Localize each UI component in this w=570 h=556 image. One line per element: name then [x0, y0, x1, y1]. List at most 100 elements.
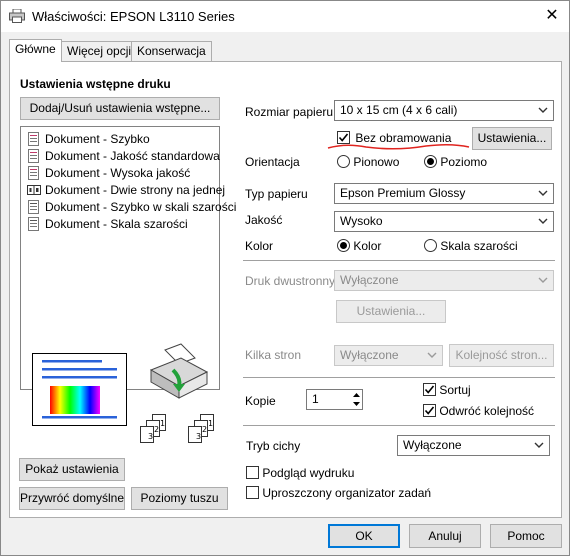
orientation-portrait-option[interactable]: Pionowo [337, 155, 399, 169]
quality-select[interactable]: Wysoko [334, 211, 554, 232]
chevron-down-icon [538, 190, 548, 196]
preset-item[interactable]: Dokument - Wysoka jakość [27, 166, 190, 183]
divider [243, 425, 555, 426]
close-icon[interactable]: ✕ [541, 6, 563, 28]
copies-value[interactable]: 1 [312, 392, 319, 406]
copy-badge: 2 [202, 425, 207, 434]
duplex-label: Druk dwustronny [245, 274, 336, 288]
preset-label: Dokument - Szybko [45, 132, 150, 146]
print-preview-label: Podgląd wydruku [262, 466, 355, 480]
preset-label: Dokument - Wysoka jakość [45, 166, 191, 180]
chevron-down-icon [538, 218, 548, 224]
copy-badge: 2 [154, 425, 159, 434]
tab-more-options[interactable]: Więcej opcji [61, 41, 138, 61]
reverse-order-label: Odwróć kolejność [439, 404, 535, 418]
print-preview-check[interactable] [246, 466, 259, 479]
orientation-label: Orientacja [245, 155, 300, 169]
printer-app-icon [9, 8, 25, 26]
duplex-settings-button[interactable]: Ustawienia... [336, 300, 446, 323]
landscape-label: Poziomo [440, 155, 488, 169]
preset-item[interactable]: Dokument - Skala szarości [27, 217, 188, 234]
restore-defaults-button[interactable]: Przywróć domyślne [19, 487, 125, 510]
help-button[interactable]: Pomoc [490, 524, 562, 548]
tab-maintenance[interactable]: Konserwacja [131, 41, 212, 61]
preset-label: Dokument - Dwie strony na jednej [45, 183, 226, 197]
job-arranger-label: Uproszczony organizator zadań [262, 486, 432, 500]
job-arranger-checkbox[interactable]: Uproszczony organizator zadań [246, 486, 431, 500]
duplex-value: Wyłączone [340, 273, 399, 287]
copies-stack-icon: 1 2 3 [138, 414, 172, 451]
quiet-mode-select[interactable]: Wyłączone [397, 435, 550, 456]
paper-size-value: 10 x 15 cm (4 x 6 cali) [340, 103, 458, 117]
chevron-down-icon [427, 352, 437, 358]
reverse-order-check[interactable] [423, 404, 436, 417]
document-icon [27, 200, 40, 214]
paper-settings-button[interactable]: Ustawienia... [472, 127, 552, 150]
quality-value: Wysoko [340, 214, 383, 228]
paper-size-label: Rozmiar papieru [245, 105, 334, 119]
color-label: Kolor [245, 239, 274, 253]
window-title: Właściwości: EPSON L3110 Series [32, 9, 235, 24]
copy-badge: 3 [148, 432, 153, 441]
landscape-radio[interactable] [424, 155, 437, 168]
color-radio[interactable] [337, 239, 350, 252]
paper-type-value: Epson Premium Glossy [340, 186, 466, 200]
divider [243, 377, 555, 378]
title-bar: Właściwości: EPSON L3110 Series ✕ [1, 1, 569, 32]
quiet-mode-value: Wyłączone [403, 438, 462, 452]
copy-badge: 3 [196, 432, 201, 441]
preset-item[interactable]: Dokument - Szybko w skali szarości [27, 200, 236, 217]
multipage-select[interactable]: Wyłączone [334, 345, 443, 366]
presets-heading: Ustawienia wstępne druku [20, 77, 171, 91]
multipage-value: Wyłączone [340, 348, 399, 362]
cancel-button[interactable]: Anuluj [409, 524, 481, 548]
multipage-label: Kilka stron [245, 348, 302, 362]
duplex-select[interactable]: Wyłączone [334, 270, 554, 291]
copies-stack-icon: 1 2 3 [186, 414, 220, 451]
properties-dialog: Właściwości: EPSON L3110 Series ✕ Główne… [0, 0, 570, 556]
collate-check[interactable] [423, 383, 436, 396]
main-tab-panel: Ustawienia wstępne druku Dodaj/Usuń usta… [9, 61, 562, 518]
print-preview-checkbox[interactable]: Podgląd wydruku [246, 466, 354, 480]
show-settings-button[interactable]: Pokaż ustawienia [19, 458, 125, 481]
quality-label: Jakość [245, 213, 283, 227]
preset-item[interactable]: Dokument - Jakość standardowa [27, 149, 220, 166]
preset-item[interactable]: Dokument - Dwie strony na jednej [27, 183, 225, 200]
collate-checkbox[interactable]: Sortuj [423, 383, 471, 397]
document-icon [27, 217, 40, 231]
grayscale-label: Skala szarości [440, 239, 518, 253]
copy-badge: 1 [208, 419, 213, 428]
paper-size-select[interactable]: 10 x 15 cm (4 x 6 cali) [334, 100, 554, 121]
ok-button[interactable]: OK [328, 524, 400, 548]
job-arranger-check[interactable] [246, 486, 259, 499]
color-option[interactable]: Kolor [337, 239, 381, 253]
preset-label: Dokument - Szybko w skali szarości [45, 200, 237, 214]
red-underline-annotation [327, 143, 470, 150]
copies-label: Kopie [245, 394, 276, 408]
printer-illustration-icon [145, 340, 217, 413]
document-icon [27, 166, 40, 180]
grayscale-radio[interactable] [424, 239, 437, 252]
portrait-label: Pionowo [353, 155, 400, 169]
chevron-down-icon [538, 277, 548, 283]
reverse-order-checkbox[interactable]: Odwróć kolejność [423, 404, 534, 418]
page-order-button[interactable]: Kolejność stron... [449, 344, 554, 367]
copies-spinner[interactable]: 1 [306, 389, 363, 410]
document-icon [27, 149, 40, 163]
page-preview [32, 353, 127, 426]
preset-label: Dokument - Skala szarości [45, 217, 188, 231]
collate-label: Sortuj [439, 383, 471, 397]
orientation-landscape-option[interactable]: Poziomo [424, 155, 487, 169]
two-pages-icon [27, 183, 41, 197]
copy-badge: 1 [160, 419, 165, 428]
spinner-up-down-icon[interactable] [352, 391, 361, 411]
portrait-radio[interactable] [337, 155, 350, 168]
paper-type-select[interactable]: Epson Premium Glossy [334, 183, 554, 204]
ink-levels-button[interactable]: Poziomy tuszu [131, 487, 228, 510]
grayscale-option[interactable]: Skala szarości [424, 239, 518, 253]
chevron-down-icon [538, 107, 548, 113]
add-remove-presets-button[interactable]: Dodaj/Usuń ustawienia wstępne... [20, 97, 220, 120]
paper-type-label: Typ papieru [245, 187, 308, 201]
tab-main[interactable]: Główne [9, 39, 62, 62]
preset-item[interactable]: Dokument - Szybko [27, 132, 150, 149]
